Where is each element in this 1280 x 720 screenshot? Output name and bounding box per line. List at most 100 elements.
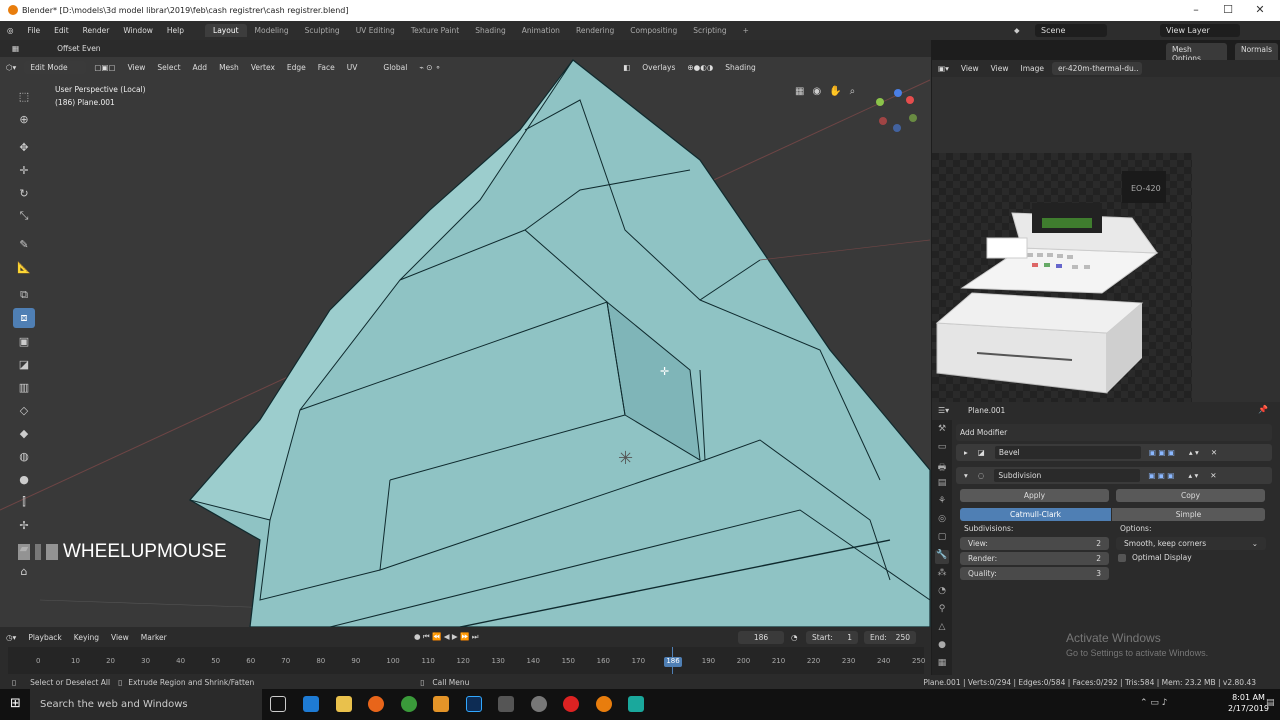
taskbar-search[interactable]: Search the web and Windows [30,689,262,720]
snap-icons[interactable]: ⌁ ⊙ ⚬ [413,63,447,72]
modifier-bevel[interactable]: ▸ ◪ Bevel ▣ ▣ ▣ ▴ ▾ ✕ [956,444,1272,461]
visibility-icon[interactable]: ◧ [617,63,636,72]
props-editor-icon[interactable]: ☰▾ [938,406,949,415]
physics-tab-icon[interactable]: ◔ [935,586,949,600]
modifier-tab-icon[interactable]: 🔧 [935,550,949,564]
view-levels-field[interactable]: View: 2 [960,537,1109,550]
marker-menu[interactable]: Marker [135,633,173,642]
windows-start-icon[interactable]: ⊞ [10,696,21,711]
knife-icon[interactable]: ◇ [13,400,35,420]
menu-edit[interactable]: Edit [47,26,76,35]
move-arrows-icon[interactable]: ✛ [13,160,35,180]
playhead-label[interactable]: 186 [664,657,682,667]
visibility-icons[interactable]: ▣ ▣ ▣ [1148,471,1174,480]
shrink-icon[interactable]: ✢ [13,515,35,535]
current-frame-field[interactable]: 186 [738,630,784,644]
poly-build-icon[interactable]: ◆ [13,423,35,443]
scene-field[interactable]: Scene [1035,24,1107,37]
tab-compositing[interactable]: Compositing [622,24,685,37]
render-levels-field[interactable]: Render: 2 [960,552,1109,565]
image-view-menu-2[interactable]: View [985,64,1015,73]
measure-icon[interactable]: 📐 [13,257,35,277]
tab-texture-paint[interactable]: Texture Paint [403,24,467,37]
zoom-icon[interactable]: ⌕ [850,86,856,97]
tab-shading[interactable]: Shading [467,24,513,37]
overlays-toggle[interactable]: Overlays [636,63,681,72]
add-workspace-button[interactable]: + [735,24,757,37]
start-frame-field[interactable]: Start: 1 [806,630,858,644]
firefox-icon[interactable] [368,696,384,712]
menu-select[interactable]: Select [151,63,186,72]
tab-animation[interactable]: Animation [514,24,568,37]
calculator-icon[interactable] [498,696,514,712]
offset-even-label[interactable]: Offset Even [51,44,106,53]
grid-icon[interactable]: ▦ [795,86,804,97]
close-button[interactable]: ✕ [1245,3,1275,17]
recorder-icon[interactable] [628,696,644,712]
data-tab-icon[interactable]: △ [935,622,949,636]
orientation-dropdown[interactable]: Global [377,63,413,72]
expand-icon[interactable]: ▸ [964,448,968,457]
menu-uv[interactable]: UV [341,63,364,72]
annotate-icon[interactable]: ✎ [13,234,35,254]
cursor-tool-icon[interactable]: ⊕ [13,109,35,129]
menu-help[interactable]: Help [160,26,191,35]
minimize-button[interactable]: – [1181,3,1211,17]
view-layer-field[interactable]: View Layer [1160,24,1240,37]
visibility-icons[interactable]: ▣ ▣ ▣ [1149,448,1175,457]
opera-icon[interactable] [563,696,579,712]
object-tab-icon[interactable]: ▢ [935,532,949,546]
optimal-display-checkbox[interactable] [1118,553,1126,562]
end-frame-field[interactable]: End: 250 [864,630,916,644]
collapse-icon[interactable]: ▾ [964,471,968,480]
edge-slide-icon[interactable]: ⫿ [13,492,35,512]
texture-tab-icon[interactable]: ▦ [935,658,949,672]
view-layer-tab-icon[interactable]: ▤ [935,478,949,492]
file-explorer-icon[interactable] [336,696,352,712]
inset-icon[interactable]: ▣ [13,331,35,351]
rip-icon[interactable]: ⌂ [13,561,35,581]
select-box-icon[interactable]: ⬚ [13,86,35,106]
constraints-tab-icon[interactable]: ⚲ [935,604,949,618]
render-tab-icon[interactable]: ▭ [935,442,949,456]
menu-render[interactable]: Render [76,26,117,35]
tab-modeling[interactable]: Modeling [247,24,297,37]
menu-view[interactable]: View [122,63,152,72]
timeline-editor-icon[interactable]: ◷▾ [0,633,22,642]
task-view-icon[interactable] [270,696,286,712]
modifier-subdivision[interactable]: ▾ ◌ Subdivision ▣ ▣ ▣ ▴ ▾ ✕ [956,467,1272,484]
menu-vertex[interactable]: Vertex [245,63,281,72]
frame-ruler[interactable]: 0 10 20 30 40 50 60 70 80 90 100 110 120 130 140 150 160… [8,647,925,674]
keying-menu[interactable]: Keying [68,633,105,642]
copy-button[interactable]: Copy [1116,489,1265,502]
extrude-region-icon[interactable]: ⧈ [13,308,35,328]
loop-cut-icon[interactable]: ▥ [13,377,35,397]
remove-modifier-icon[interactable]: ✕ [1210,471,1216,480]
maximize-button[interactable]: ☐ [1213,3,1243,17]
move-icon[interactable]: ✥ [13,137,35,157]
tray-icons[interactable]: ⌃ ▭ ♪ [1140,698,1168,708]
menu-window[interactable]: Window [116,26,160,35]
select-mode-icons[interactable]: ▢▣▢ [88,63,121,72]
tab-uv-editing[interactable]: UV Editing [348,24,403,37]
clock[interactable]: 8:01 AM 2/17/2019 [1228,692,1269,714]
image-menu[interactable]: Image [1014,64,1050,73]
image-view-menu[interactable]: View [955,64,985,73]
tab-layout[interactable]: Layout [205,24,247,37]
notifications-icon[interactable]: ▤ [1266,698,1275,708]
move-arrows-icon[interactable]: ▴ ▾ [1189,448,1199,457]
uv-smooth-dropdown[interactable]: Smooth, keep corners ⌄ [1116,537,1266,550]
output-tab-icon[interactable]: 🖶 [935,460,949,474]
shading-dropdown[interactable]: Shading [719,63,761,72]
navigation-gizmo-icon[interactable] [870,88,920,134]
simple-button[interactable]: Simple [1112,508,1265,521]
playback-menu[interactable]: Playback [22,633,67,642]
apply-button[interactable]: Apply [960,489,1109,502]
tool-tab-icon[interactable]: ⚒ [935,424,949,438]
image-editor[interactable]: ▣▾ View View Image er-420m-thermal-du.. … [932,60,1280,403]
camera-icon[interactable]: ◉ [812,86,821,97]
photoshop-icon[interactable] [466,696,482,712]
editor-type-icon[interactable]: ⬡▾ [0,63,22,72]
image-name-field[interactable]: er-420m-thermal-du.. [1051,62,1142,75]
playback-controls-icons[interactable]: ● ⏮ ⏪ ◀ ▶ ⏩ ⏭ [414,632,479,642]
